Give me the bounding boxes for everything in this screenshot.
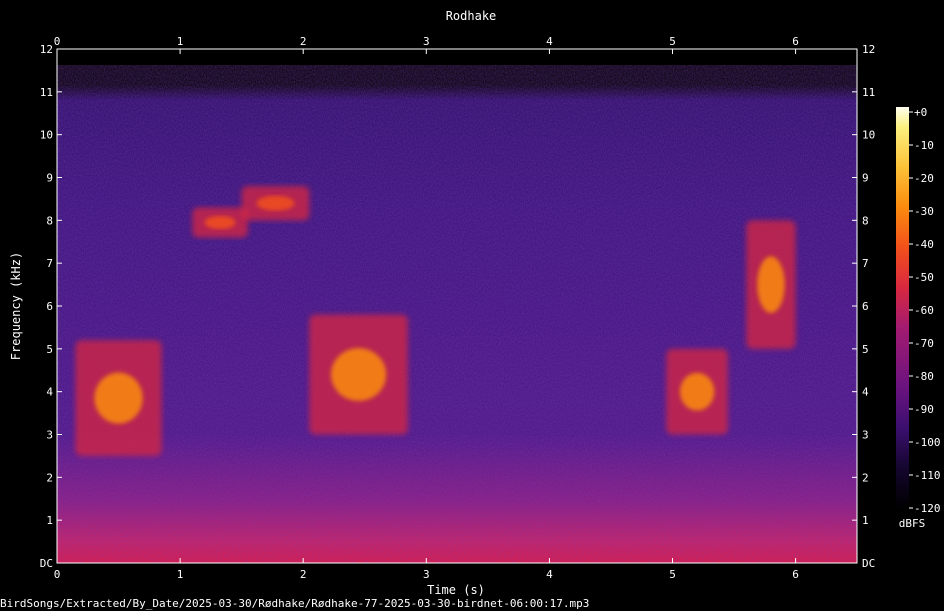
colorbar-tick-label: -60 (914, 304, 934, 317)
y-tick-label: 4 (862, 386, 869, 399)
colorbar-tick-label: -40 (914, 238, 934, 251)
colorbar-tick-label: -80 (914, 370, 934, 383)
colorbar: +0 -10 -20 -30 -40 -50 -60 -70 -80 -90 -100 -110 -12… (896, 106, 941, 530)
y-tick-label: 1 (46, 514, 53, 527)
y-tick-label: 11 (40, 86, 53, 99)
y-tick-label: 9 (862, 172, 869, 185)
y-tick-label: 2 (46, 471, 53, 484)
colorbar-tick-label: +0 (914, 106, 927, 119)
x-tick-label: 6 (792, 568, 799, 581)
spectrogram-plot (56, 48, 858, 564)
x-axis-label: Time (s) (427, 583, 485, 597)
x-tick-label: 1 (177, 568, 184, 581)
y-tick-label: 12 (862, 43, 875, 56)
colorbar-tick-label: -100 (914, 436, 941, 449)
x-tick-label: 2 (300, 568, 307, 581)
x-tick-label: 4 (546, 35, 553, 48)
y-tick-label: 4 (46, 386, 53, 399)
spectrogram-noise (57, 65, 857, 563)
x-tick-label: 5 (669, 35, 676, 48)
colorbar-tick-label: -120 (914, 502, 941, 515)
colorbar-tick-label: -90 (914, 403, 934, 416)
y-tick-label: 6 (862, 300, 869, 313)
y-tick-label: 7 (862, 257, 869, 270)
colorbar-tick-label: -50 (914, 271, 934, 284)
y-tick-label: 11 (862, 86, 875, 99)
colorbar-tick-label: -70 (914, 337, 934, 350)
x-tick-label: 2 (300, 35, 307, 48)
spectrogram-figure: 0123456 0123456 DC123456789101112 DC1234… (0, 9, 941, 610)
y-tick-label: 5 (46, 343, 53, 356)
y-tick-label: 8 (46, 214, 53, 227)
source-filename: BirdSongs/Extracted/By_Date/2025-03-30/R… (0, 597, 589, 610)
call-peak (757, 256, 785, 313)
call-peak (94, 372, 143, 424)
chart-title: Rodhake (446, 9, 497, 23)
y-tick-label: 10 (40, 129, 53, 142)
colorbar-label: dBFS (899, 517, 926, 530)
x-tick-label: 0 (54, 568, 61, 581)
colorbar-gradient (896, 107, 909, 508)
y-tick-label: 6 (46, 300, 53, 313)
y-tick-label: 7 (46, 257, 53, 270)
call-peak (679, 372, 715, 411)
x-tick-label: 3 (423, 568, 430, 581)
y-tick-label: 9 (46, 172, 53, 185)
y-tick-label: 3 (46, 429, 53, 442)
x-tick-label: 6 (792, 35, 799, 48)
y-tick-label: 12 (40, 43, 53, 56)
y-axis-label: Frequency (kHz) (9, 252, 23, 360)
y-tick-label: DC (40, 557, 53, 570)
y-tick-label: 3 (862, 429, 869, 442)
call-peak (256, 195, 295, 211)
colorbar-tick-label: -30 (914, 205, 934, 218)
x-tick-label: 1 (177, 35, 184, 48)
colorbar-tick-label: -10 (914, 139, 934, 152)
colorbar-tick-label: -20 (914, 172, 934, 185)
colorbar-tick-label: -110 (914, 469, 941, 482)
y-tick-label: 1 (862, 514, 869, 527)
y-tick-label: 5 (862, 343, 869, 356)
y-tick-label: 10 (862, 129, 875, 142)
call-peak (331, 348, 387, 401)
y-tick-label: 8 (862, 214, 869, 227)
call-peak (204, 215, 236, 230)
x-tick-label: 3 (423, 35, 430, 48)
x-tick-label: 4 (546, 568, 553, 581)
x-tick-label: 5 (669, 568, 676, 581)
y-tick-label: 2 (862, 471, 869, 484)
colorbar-ticks: +0 -10 -20 -30 -40 -50 -60 -70 -80 -90 -100 -110 -12… (909, 106, 941, 515)
y-tick-label: DC (862, 557, 875, 570)
x-tick-label: 0 (54, 35, 61, 48)
